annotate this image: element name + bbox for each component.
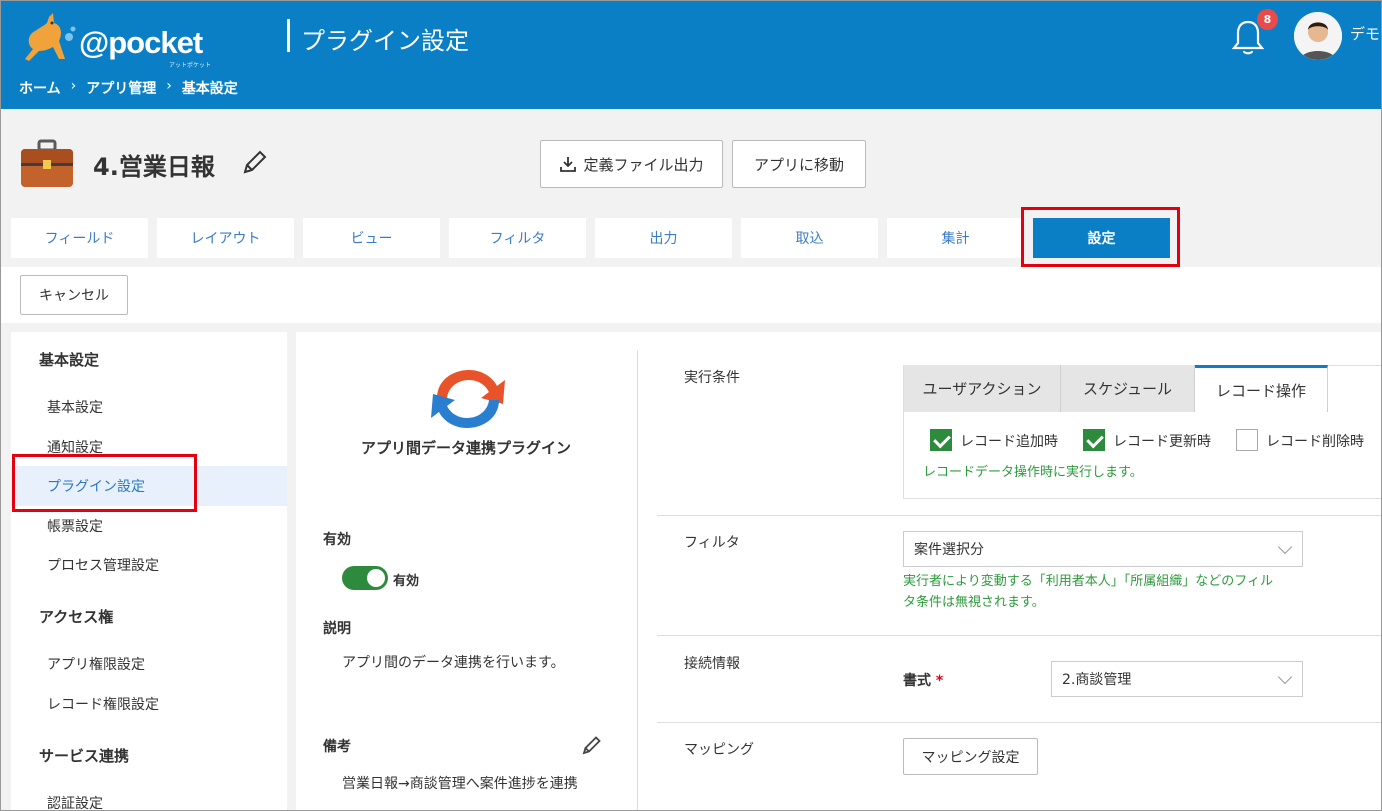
enabled-label: 有効: [323, 532, 351, 548]
description-text: アプリ間のデータ連携を行います。: [342, 655, 565, 671]
kangaroo-logo-icon: [25, 13, 76, 61]
filter-note: 実行者により変動する「利用者本人」「所属組織」などのフィル タ条件は無視されます…: [903, 571, 1323, 613]
breadcrumb-separator: ›: [166, 78, 172, 94]
checkbox-record-delete-label: レコード削除時: [1266, 434, 1364, 450]
breadcrumb-separator: ›: [70, 78, 77, 94]
column-divider: [637, 350, 638, 810]
user-avatar[interactable]: [1294, 12, 1342, 60]
sidebar-item-process[interactable]: プロセス管理設定: [47, 555, 159, 575]
checkbox-record-add-label: レコード追加時: [960, 434, 1058, 450]
filter-label: フィルタ: [684, 535, 740, 551]
divider: [657, 515, 1381, 516]
highlight-settings-tab: [1021, 207, 1180, 267]
tab-layout[interactable]: レイアウト: [157, 218, 294, 258]
required-mark: *: [935, 673, 944, 689]
avatar-icon: [1294, 12, 1342, 60]
chevron-down-icon: [1277, 539, 1293, 555]
pencil-icon[interactable]: [241, 148, 269, 176]
export-definition-label: 定義ファイル出力: [583, 155, 704, 174]
breadcrumb: ホーム › アプリ管理 › 基本設定: [19, 78, 238, 98]
notification-badge: 8: [1257, 9, 1278, 30]
sidebar-item-app-permission[interactable]: アプリ権限設定: [47, 654, 145, 674]
checkbox-record-delete[interactable]: [1236, 429, 1258, 451]
cancel-button[interactable]: キャンセル: [20, 275, 128, 315]
chevron-down-icon: [1277, 669, 1293, 685]
notes-text: 営業日報→商談管理へ案件進捗を連携: [342, 776, 578, 792]
sidebar-section-service: サービス連携: [39, 747, 130, 765]
checkbox-record-update[interactable]: [1083, 429, 1105, 451]
logo-text: @pocket: [79, 25, 203, 60]
mapping-label: マッピング: [684, 742, 754, 758]
exec-condition-label: 実行条件: [684, 370, 740, 386]
exec-condition-note: レコードデータ操作時に実行します。: [923, 465, 1143, 480]
sidebar-item-forms[interactable]: 帳票設定: [47, 516, 103, 536]
tab-view[interactable]: ビュー: [303, 218, 440, 258]
exec-tab-schedule[interactable]: スケジュール: [1061, 365, 1195, 412]
mapping-settings-button[interactable]: マッピング設定: [903, 738, 1038, 775]
filter-select-value: 案件選択分: [914, 542, 984, 558]
divider: [657, 722, 1381, 723]
logo-subtext: アットポケット: [169, 62, 212, 69]
connection-label: 接続情報: [684, 656, 740, 672]
format-label-text: 書式: [903, 673, 931, 689]
enabled-state-label: 有効: [393, 574, 420, 589]
action-row: [1, 267, 1381, 323]
top-header: @pocket アットポケット プラグイン設定 ホーム › アプリ管理 › 基本…: [1, 1, 1381, 109]
tab-output[interactable]: 出力: [595, 218, 732, 258]
tab-field[interactable]: フィールド: [11, 218, 148, 258]
filter-select[interactable]: 案件選択分: [903, 531, 1303, 567]
tab-filter[interactable]: フィルタ: [449, 218, 586, 258]
export-definition-button[interactable]: 定義ファイル出力: [540, 140, 723, 188]
user-name[interactable]: デモ: [1350, 23, 1380, 44]
filter-note-line-2: タ条件は無視されます。: [903, 595, 1045, 610]
sidebar-item-basic-settings[interactable]: 基本設定: [47, 397, 103, 417]
divider: [657, 635, 1381, 636]
plugin-name: アプリ間データ連携プラグイン: [360, 439, 571, 457]
notes-label: 備考: [323, 739, 351, 755]
sidebar-section-basic: 基本設定: [39, 351, 100, 369]
app-title: 4.営業日報: [93, 153, 215, 181]
format-select-value: 2.商談管理: [1062, 672, 1132, 688]
tab-import[interactable]: 取込: [741, 218, 878, 258]
format-select[interactable]: 2.商談管理: [1051, 661, 1303, 697]
sync-plugin-icon: [431, 370, 505, 428]
description-label: 説明: [323, 621, 351, 637]
title-divider: [287, 19, 290, 52]
briefcase-icon: [21, 139, 73, 187]
enabled-toggle[interactable]: [342, 566, 388, 590]
sidebar-section-access: アクセス権: [39, 608, 114, 626]
exec-tab-record-operation[interactable]: レコード操作: [1195, 365, 1328, 412]
edit-notes-icon[interactable]: [581, 734, 603, 756]
exec-tab-user-action[interactable]: ユーザアクション: [904, 365, 1061, 412]
pocket-logo[interactable]: @pocket アットポケット: [19, 11, 219, 69]
highlight-plugin-item: [12, 454, 197, 512]
sidebar-item-auth[interactable]: 認証設定: [47, 793, 103, 810]
format-label: 書式 *: [903, 670, 943, 690]
go-to-app-button[interactable]: アプリに移動: [732, 140, 866, 188]
tab-aggregate[interactable]: 集計: [887, 218, 1024, 258]
checkbox-record-update-label: レコード更新時: [1113, 434, 1211, 450]
page-title: プラグイン設定: [301, 27, 469, 55]
checkbox-record-add[interactable]: [930, 429, 952, 451]
breadcrumb-app-management[interactable]: アプリ管理: [86, 78, 156, 98]
app-window: @pocket アットポケット プラグイン設定 ホーム › アプリ管理 › 基本…: [0, 0, 1382, 811]
breadcrumb-home[interactable]: ホーム: [19, 78, 61, 98]
sidebar-item-record-permission[interactable]: レコード権限設定: [47, 694, 159, 714]
download-icon: [560, 157, 577, 172]
filter-note-line-1: 実行者により変動する「利用者本人」「所属組織」などのフィル: [903, 574, 1273, 589]
breadcrumb-basic-settings[interactable]: 基本設定: [182, 78, 238, 98]
settings-sidebar: 基本設定 基本設定 通知設定 プラグイン設定 帳票設定 プロセス管理設定 アクセ…: [11, 332, 287, 810]
